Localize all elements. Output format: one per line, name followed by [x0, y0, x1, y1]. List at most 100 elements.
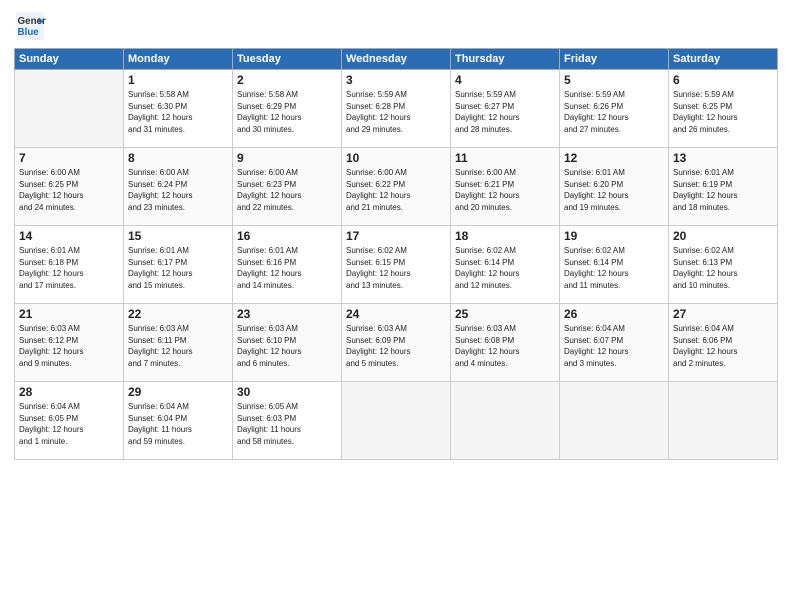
calendar-week-4: 21Sunrise: 6:03 AM Sunset: 6:12 PM Dayli…	[15, 304, 778, 382]
day-number: 25	[455, 307, 555, 321]
day-number: 29	[128, 385, 228, 399]
day-info: Sunrise: 6:01 AM Sunset: 6:19 PM Dayligh…	[673, 167, 773, 213]
day-number: 5	[564, 73, 664, 87]
day-number: 22	[128, 307, 228, 321]
calendar-cell	[669, 382, 778, 460]
col-header-tuesday: Tuesday	[233, 49, 342, 70]
logo: General Blue	[14, 10, 50, 42]
day-info: Sunrise: 6:04 AM Sunset: 6:05 PM Dayligh…	[19, 401, 119, 447]
day-info: Sunrise: 6:02 AM Sunset: 6:14 PM Dayligh…	[455, 245, 555, 291]
day-info: Sunrise: 5:59 AM Sunset: 6:28 PM Dayligh…	[346, 89, 446, 135]
day-number: 12	[564, 151, 664, 165]
calendar-cell: 26 Sunrise: 6:04 AM Sunset: 6:07 PM Dayli…	[560, 304, 669, 382]
col-header-monday: Monday	[124, 49, 233, 70]
day-number: 2	[237, 73, 337, 87]
calendar-cell	[15, 70, 124, 148]
calendar-cell: 16 Sunrise: 6:01 AM Sunset: 6:16 PM Dayli…	[233, 226, 342, 304]
calendar-table: SundayMondayTuesdayWednesdayThursdayFrid…	[14, 48, 778, 460]
calendar-cell: 25 Sunrise: 6:03 AM Sunset: 6:08 PM Dayli…	[451, 304, 560, 382]
day-info: Sunrise: 6:03 AM Sunset: 6:10 PM Dayligh…	[237, 323, 337, 369]
day-number: 17	[346, 229, 446, 243]
calendar-cell: 1 Sunrise: 5:58 AM Sunset: 6:30 PM Daylig…	[124, 70, 233, 148]
calendar-cell: 12 Sunrise: 6:01 AM Sunset: 6:20 PM Dayli…	[560, 148, 669, 226]
calendar-cell: 5Sunrise: 5:59 AM Sunset: 6:26 PM Daylig…	[560, 70, 669, 148]
calendar-header-row: SundayMondayTuesdayWednesdayThursdayFrid…	[15, 49, 778, 70]
calendar-cell	[342, 382, 451, 460]
day-number: 8	[128, 151, 228, 165]
calendar-cell: 18 Sunrise: 6:02 AM Sunset: 6:14 PM Dayli…	[451, 226, 560, 304]
day-info: Sunrise: 6:02 AM Sunset: 6:15 PM Dayligh…	[346, 245, 446, 291]
day-info: Sunrise: 6:03 AM Sunset: 6:11 PM Dayligh…	[128, 323, 228, 369]
calendar-cell: 11Sunrise: 6:00 AM Sunset: 6:21 PM Dayli…	[451, 148, 560, 226]
day-number: 30	[237, 385, 337, 399]
day-info: Sunrise: 6:04 AM Sunset: 6:07 PM Dayligh…	[564, 323, 664, 369]
day-info: Sunrise: 6:01 AM Sunset: 6:16 PM Dayligh…	[237, 245, 337, 291]
calendar-cell: 4 Sunrise: 5:59 AM Sunset: 6:27 PM Daylig…	[451, 70, 560, 148]
day-info: Sunrise: 6:02 AM Sunset: 6:13 PM Dayligh…	[673, 245, 773, 291]
header: General Blue	[14, 10, 778, 42]
calendar-cell: 20 Sunrise: 6:02 AM Sunset: 6:13 PM Dayli…	[669, 226, 778, 304]
logo-icon: General Blue	[14, 10, 46, 42]
svg-text:Blue: Blue	[18, 27, 40, 38]
day-number: 15	[128, 229, 228, 243]
calendar-cell: 9 Sunrise: 6:00 AM Sunset: 6:23 PM Daylig…	[233, 148, 342, 226]
day-info: Sunrise: 5:58 AM Sunset: 6:30 PM Dayligh…	[128, 89, 228, 135]
day-number: 18	[455, 229, 555, 243]
day-info: Sunrise: 5:59 AM Sunset: 6:25 PM Dayligh…	[673, 89, 773, 135]
col-header-thursday: Thursday	[451, 49, 560, 70]
day-number: 13	[673, 151, 773, 165]
calendar-week-1: 1 Sunrise: 5:58 AM Sunset: 6:30 PM Daylig…	[15, 70, 778, 148]
day-info: Sunrise: 5:59 AM Sunset: 6:27 PM Dayligh…	[455, 89, 555, 135]
day-number: 11	[455, 151, 555, 165]
day-number: 7	[19, 151, 119, 165]
calendar-cell: 21Sunrise: 6:03 AM Sunset: 6:12 PM Dayli…	[15, 304, 124, 382]
day-info: Sunrise: 6:04 AM Sunset: 6:04 PM Dayligh…	[128, 401, 228, 447]
calendar-cell: 14Sunrise: 6:01 AM Sunset: 6:18 PM Dayli…	[15, 226, 124, 304]
day-number: 27	[673, 307, 773, 321]
calendar-cell: 6 Sunrise: 5:59 AM Sunset: 6:25 PM Daylig…	[669, 70, 778, 148]
day-info: Sunrise: 6:05 AM Sunset: 6:03 PM Dayligh…	[237, 401, 337, 447]
page: General Blue SundayMondayTuesdayWednesda…	[0, 0, 792, 612]
day-number: 3	[346, 73, 446, 87]
day-number: 24	[346, 307, 446, 321]
day-info: Sunrise: 6:03 AM Sunset: 6:12 PM Dayligh…	[19, 323, 119, 369]
calendar-cell: 2Sunrise: 5:58 AM Sunset: 6:29 PM Daylig…	[233, 70, 342, 148]
day-number: 4	[455, 73, 555, 87]
day-number: 16	[237, 229, 337, 243]
day-info: Sunrise: 6:01 AM Sunset: 6:18 PM Dayligh…	[19, 245, 119, 291]
day-number: 23	[237, 307, 337, 321]
calendar-cell: 15 Sunrise: 6:01 AM Sunset: 6:17 PM Dayli…	[124, 226, 233, 304]
day-number: 19	[564, 229, 664, 243]
col-header-friday: Friday	[560, 49, 669, 70]
day-info: Sunrise: 6:00 AM Sunset: 6:23 PM Dayligh…	[237, 167, 337, 213]
calendar-cell: 30 Sunrise: 6:05 AM Sunset: 6:03 PM Dayli…	[233, 382, 342, 460]
calendar-cell: 13 Sunrise: 6:01 AM Sunset: 6:19 PM Dayli…	[669, 148, 778, 226]
calendar-cell: 17 Sunrise: 6:02 AM Sunset: 6:15 PM Dayli…	[342, 226, 451, 304]
calendar-cell: 24 Sunrise: 6:03 AM Sunset: 6:09 PM Dayli…	[342, 304, 451, 382]
day-number: 26	[564, 307, 664, 321]
day-info: Sunrise: 6:01 AM Sunset: 6:20 PM Dayligh…	[564, 167, 664, 213]
day-info: Sunrise: 6:03 AM Sunset: 6:09 PM Dayligh…	[346, 323, 446, 369]
day-info: Sunrise: 6:00 AM Sunset: 6:22 PM Dayligh…	[346, 167, 446, 213]
day-number: 28	[19, 385, 119, 399]
col-header-saturday: Saturday	[669, 49, 778, 70]
day-info: Sunrise: 6:01 AM Sunset: 6:17 PM Dayligh…	[128, 245, 228, 291]
calendar-cell: 22 Sunrise: 6:03 AM Sunset: 6:11 PM Dayli…	[124, 304, 233, 382]
day-number: 6	[673, 73, 773, 87]
calendar-cell: 7 Sunrise: 6:00 AM Sunset: 6:25 PM Daylig…	[15, 148, 124, 226]
calendar-week-2: 7 Sunrise: 6:00 AM Sunset: 6:25 PM Daylig…	[15, 148, 778, 226]
day-number: 1	[128, 73, 228, 87]
col-header-sunday: Sunday	[15, 49, 124, 70]
col-header-wednesday: Wednesday	[342, 49, 451, 70]
day-number: 20	[673, 229, 773, 243]
day-info: Sunrise: 6:04 AM Sunset: 6:06 PM Dayligh…	[673, 323, 773, 369]
calendar-cell: 10 Sunrise: 6:00 AM Sunset: 6:22 PM Dayli…	[342, 148, 451, 226]
day-number: 9	[237, 151, 337, 165]
calendar-cell: 29 Sunrise: 6:04 AM Sunset: 6:04 PM Dayli…	[124, 382, 233, 460]
calendar-cell: 23 Sunrise: 6:03 AM Sunset: 6:10 PM Dayli…	[233, 304, 342, 382]
day-info: Sunrise: 6:03 AM Sunset: 6:08 PM Dayligh…	[455, 323, 555, 369]
calendar-cell: 19Sunrise: 6:02 AM Sunset: 6:14 PM Dayli…	[560, 226, 669, 304]
day-number: 10	[346, 151, 446, 165]
calendar-cell	[451, 382, 560, 460]
day-info: Sunrise: 6:00 AM Sunset: 6:25 PM Dayligh…	[19, 167, 119, 213]
